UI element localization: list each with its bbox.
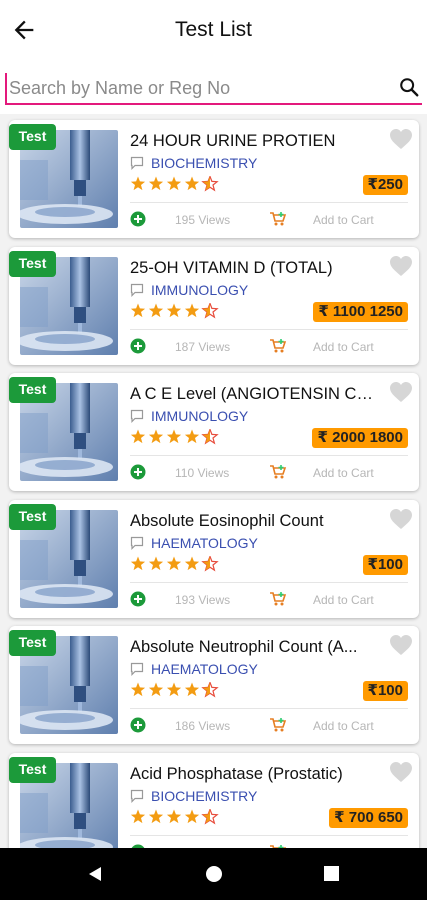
- views-count: 187 Views: [175, 339, 231, 354]
- test-name[interactable]: Acid Phosphatase (Prostatic): [130, 765, 378, 784]
- divider: [130, 581, 408, 583]
- page-title: Test List: [174, 18, 253, 41]
- category-icon: [130, 156, 144, 170]
- plus-circle-icon[interactable]: [130, 591, 146, 607]
- cart-icon[interactable]: [269, 717, 287, 733]
- divider: [130, 708, 408, 709]
- test-name[interactable]: 24 HOUR URINE PROTIEN: [130, 132, 378, 151]
- test-name[interactable]: Absolute Neutrophil Count (A...: [130, 638, 378, 657]
- heart-icon[interactable]: [389, 634, 413, 656]
- rating-stars: [130, 555, 219, 571]
- views-count: 195 Views: [175, 213, 231, 227]
- test-name[interactable]: Absolute Eosinophil Count: [130, 512, 378, 531]
- nav-recent-apps-icon[interactable]: [324, 866, 339, 881]
- rating-stars: [130, 176, 219, 192]
- add-to-cart-button[interactable]: Add to Cart: [313, 340, 374, 354]
- price-badge: ₹ 700 650: [329, 807, 408, 828]
- test-badge: Test: [9, 630, 56, 656]
- price-badge: ₹ 1100 1250: [313, 301, 408, 322]
- price-badge: ₹100: [362, 554, 408, 575]
- price-badge: ₹250: [362, 175, 408, 195]
- test-card[interactable]: Test Absolute Neutrophil Count (A... HAE…: [9, 626, 419, 744]
- cart-icon[interactable]: [269, 211, 287, 227]
- plus-circle-icon[interactable]: [130, 338, 146, 354]
- price-badge: ₹100: [362, 681, 408, 701]
- views-count: 186 Views: [175, 719, 231, 733]
- test-card[interactable]: Test Absolute Eosinophil Count HAEMATOLO…: [9, 499, 419, 618]
- rating-stars: [130, 302, 219, 318]
- divider: [130, 834, 408, 836]
- rating-stars: [130, 429, 219, 445]
- divider: [130, 328, 408, 330]
- test-badge: Test: [9, 250, 56, 277]
- app-bar: Test List: [0, 0, 427, 62]
- plus-circle-icon[interactable]: [130, 717, 146, 733]
- add-to-cart-button[interactable]: Add to Cart: [313, 213, 374, 227]
- test-category: BIOCHEMISTRY: [151, 155, 258, 171]
- cart-icon[interactable]: [269, 591, 287, 607]
- test-list[interactable]: Test 24 HOUR URINE PROTIEN BIOCHEMISTRY …: [0, 114, 427, 848]
- category-icon: [130, 662, 144, 676]
- test-name[interactable]: A C E Level (ANGIOTENSIN CO...: [130, 385, 378, 404]
- test-card[interactable]: Test Acid Phosphatase (Prostatic) BIOCHE…: [9, 752, 419, 848]
- nav-home-icon[interactable]: [205, 865, 223, 883]
- search-field-container: [5, 73, 422, 105]
- views-count: 193 Views: [175, 592, 231, 607]
- search-input[interactable]: [5, 73, 385, 103]
- add-to-cart-button[interactable]: Add to Cart: [313, 593, 374, 607]
- test-category: IMMUNOLOGY: [151, 281, 249, 298]
- category-icon: [130, 409, 144, 423]
- search-icon[interactable]: [398, 76, 420, 98]
- test-badge: Test: [9, 124, 56, 150]
- views-count: 110 Views: [175, 466, 230, 480]
- test-category: IMMUNOLOGY: [151, 408, 249, 424]
- test-card[interactable]: Test 25-OH VITAMIN D (TOTAL) IMMUNOLOGY …: [9, 246, 419, 365]
- add-to-cart-button[interactable]: Add to Cart: [313, 466, 374, 480]
- test-badge: Test: [9, 756, 56, 783]
- test-badge: Test: [9, 503, 56, 530]
- heart-icon[interactable]: [389, 128, 413, 150]
- add-to-cart-button[interactable]: Add to Cart: [313, 719, 374, 733]
- heart-icon[interactable]: [389, 381, 413, 403]
- rating-stars: [130, 682, 219, 698]
- test-category: BIOCHEMISTRY: [151, 787, 258, 804]
- cart-icon[interactable]: [269, 338, 287, 354]
- test-category: HAEMATOLOGY: [151, 661, 258, 677]
- test-category: HAEMATOLOGY: [151, 534, 258, 551]
- system-nav-bar: [0, 848, 427, 900]
- test-card[interactable]: Test A C E Level (ANGIOTENSIN CO... IMMU…: [9, 373, 419, 491]
- category-icon: [130, 789, 144, 803]
- divider: [130, 202, 408, 203]
- test-badge: Test: [9, 377, 56, 403]
- divider: [130, 455, 408, 456]
- price-badge: ₹ 2000 1800: [312, 428, 408, 448]
- rating-stars: [130, 808, 219, 824]
- test-name[interactable]: 25-OH VITAMIN D (TOTAL): [130, 259, 378, 278]
- heart-icon[interactable]: [389, 508, 413, 530]
- cart-icon[interactable]: [269, 464, 287, 480]
- category-icon: [130, 283, 144, 297]
- heart-icon[interactable]: [389, 255, 413, 277]
- search-bar: [0, 62, 427, 114]
- heart-icon[interactable]: [389, 761, 413, 783]
- plus-circle-icon[interactable]: [130, 211, 146, 227]
- test-card[interactable]: Test 24 HOUR URINE PROTIEN BIOCHEMISTRY …: [9, 120, 419, 238]
- nav-back-icon[interactable]: [88, 866, 102, 882]
- category-icon: [130, 536, 144, 550]
- plus-circle-icon[interactable]: [130, 464, 146, 480]
